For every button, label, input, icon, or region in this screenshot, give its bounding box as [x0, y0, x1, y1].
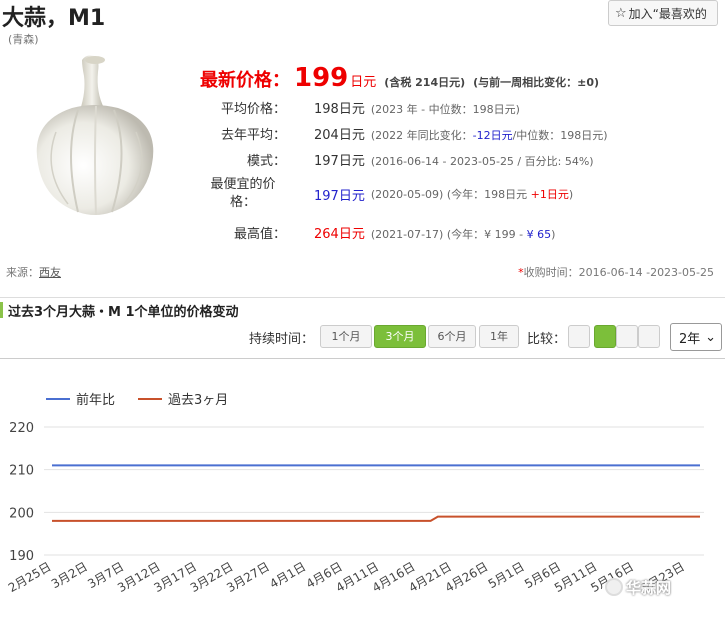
latest-price-label: 最新价格： — [200, 70, 290, 91]
duration-1-year-button[interactable]: 1年 — [479, 325, 519, 348]
add-favorite-label: 加入“最喜欢的 — [628, 6, 707, 21]
mode-row: 模式： 197日元 (2016-06-14 - 2023-05-25 / 百分比… — [200, 150, 594, 169]
average-price-row: 平均价格： 198日元 (2023 年 - 中位数：198日元) — [200, 98, 520, 117]
last-year-average-row: 去年平均： 204日元 (2022 年同比变化：-12日元/中位数：198日元) — [200, 124, 608, 143]
page: { "product": { "title": "大蒜，M1", "subtit… — [0, 0, 725, 620]
x-tick-label: 2月25日 — [6, 559, 54, 595]
latest-price-value: 199 — [294, 63, 349, 93]
row-note: (2021-07-17) (今年：¥ 199 - ¥ 65) — [370, 228, 556, 241]
row-note: (2022 年同比变化：-12日元/中位数：198日元) — [370, 129, 608, 142]
row-value: 198日元 — [314, 102, 365, 117]
source: 来源：西友 — [6, 266, 61, 279]
x-tick-label: 4月1日 — [267, 559, 308, 591]
weekly-change-note: (与前一周相比变化：±0) — [473, 76, 600, 89]
row-label: 最便宜的价 格： — [210, 177, 276, 210]
garlic-image — [36, 55, 154, 216]
compare-option-3[interactable] — [616, 325, 638, 348]
row-note: (2016-06-14 - 2023-05-25 / 百分比: 54%) — [370, 155, 594, 168]
year-select[interactable]: 2年 ⌄ — [670, 323, 722, 351]
tax-note: (含税 214日元) — [384, 76, 466, 89]
compare-option-1[interactable] — [568, 325, 590, 348]
year-select-value: 2年 — [679, 331, 701, 347]
acquisition-period: *收购时间：2016-06-14 -2023-05-25 — [518, 266, 714, 279]
legend-label: 過去3ヶ月 — [168, 393, 228, 408]
y-tick-label: 190 — [9, 549, 34, 564]
y-tick-label: 200 — [9, 506, 34, 521]
duration-1-month-button[interactable]: 1个月 — [320, 325, 372, 348]
latest-price: 最新价格： 199 日元 (含税 214日元) (与前一周相比变化：±0) — [200, 63, 599, 93]
wechat-icon — [605, 578, 623, 596]
duration-label: 持续时间： — [249, 332, 315, 347]
duration-6-month-button[interactable]: 6个月 — [428, 325, 476, 348]
add-favorite-button[interactable]: ☆ 加入“最喜欢的 — [608, 0, 718, 26]
row-note: (2020-05-09) (今年：198日元 +1日元) — [370, 188, 574, 201]
x-tick-label: 5月1日 — [486, 559, 527, 591]
row-value: 204日元 — [314, 128, 365, 143]
y-tick-label: 220 — [9, 421, 34, 436]
latest-price-unit: 日元 — [350, 75, 377, 90]
highest-price-row: 最高值： 264日元 (2021-07-17) (今年：¥ 199 - ¥ 65… — [200, 223, 555, 242]
compare-option-4[interactable] — [638, 325, 660, 348]
cheapest-price-row: 最便宜的价 格： 197日元 (2020-05-09) (今年：198日元 +1… — [200, 176, 573, 212]
y-tick-label: 210 — [9, 464, 34, 479]
source-link[interactable]: 西友 — [39, 266, 61, 279]
chevron-down-icon: ⌄ — [705, 329, 716, 345]
row-note: (2023 年 - 中位数：198日元) — [370, 103, 520, 116]
series-line-past-3-months — [52, 515, 700, 522]
star-icon: ☆ — [615, 5, 627, 21]
row-label: 模式： — [246, 154, 286, 169]
row-value: 197日元 — [314, 154, 365, 169]
row-value: 197日元 — [314, 188, 365, 204]
product-subtitle: (青森) — [8, 33, 39, 46]
product-title: 大蒜，M1 — [2, 6, 106, 31]
row-value: 264日元 — [314, 227, 365, 242]
row-label: 平均价格： — [220, 102, 286, 117]
compare-label: 比较： — [527, 332, 567, 347]
legend-label: 前年比 — [76, 392, 115, 408]
compare-option-2[interactable] — [594, 325, 616, 348]
watermark: 华蒜网 — [626, 579, 672, 597]
row-label: 去年平均： — [220, 128, 286, 143]
row-label: 最高值： — [233, 227, 286, 242]
duration-3-month-button[interactable]: 3个月 — [374, 325, 426, 348]
x-tick-label: 3月2日 — [49, 559, 90, 591]
section-title: 过去3个月大蒜・M 1个单位的价格变动 — [8, 305, 239, 320]
